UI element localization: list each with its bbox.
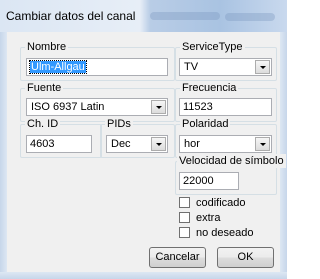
ch-id-input[interactable]: 4603 — [26, 135, 92, 153]
pids-value: Dec — [111, 138, 131, 150]
service-type-value: TV — [184, 61, 199, 73]
pids-select[interactable]: Dec — [106, 135, 168, 153]
no-deseado-label: no deseado — [196, 227, 254, 239]
chevron-down-icon[interactable] — [151, 137, 166, 151]
nombre-value: Ulm-Allgau — [29, 60, 87, 74]
fuente-label: Fuente — [25, 81, 64, 95]
chevron-down-icon[interactable] — [255, 60, 270, 74]
window-frame-right — [280, 32, 287, 272]
checkbox-box[interactable] — [179, 212, 190, 223]
title-bar[interactable]: Cambiar datos del canal — [0, 0, 287, 32]
codificado-label: codificado — [196, 197, 246, 209]
checkbox-box[interactable] — [179, 197, 190, 208]
window-frame-left — [0, 32, 7, 272]
velocidad-value: 22000 — [183, 175, 214, 187]
service-type-select[interactable]: TV — [179, 58, 272, 76]
ch-id-label: Ch. ID — [25, 117, 61, 131]
extra-checkbox[interactable]: extra — [179, 212, 269, 224]
cancel-button[interactable]: Cancelar — [149, 247, 206, 268]
velocidad-input[interactable]: 22000 — [179, 172, 239, 190]
velocidad-label: Velocidad de símbolo — [177, 154, 286, 168]
ok-button[interactable]: OK — [217, 247, 274, 268]
ch-id-value: 4603 — [30, 138, 55, 150]
pids-label: PIDs — [105, 117, 133, 131]
frecuencia-input[interactable]: 11523 — [179, 98, 272, 116]
dialog-window: Cambiar datos del canal Nombre Ulm-Allga… — [0, 0, 287, 279]
extra-label: extra — [196, 212, 221, 224]
polaridad-label: Polaridad — [180, 117, 231, 131]
blurred-title-area — [225, 13, 275, 21]
codificado-checkbox[interactable]: codificado — [179, 197, 269, 209]
window-frame-bottom — [0, 272, 287, 279]
window-title: Cambiar datos del canal — [6, 9, 136, 23]
chevron-down-icon[interactable] — [151, 100, 166, 114]
polaridad-value: hor — [184, 138, 200, 150]
fuente-select[interactable]: ISO 6937 Latin — [26, 98, 168, 116]
nombre-label: Nombre — [25, 40, 69, 54]
no-deseado-checkbox[interactable]: no deseado — [179, 227, 269, 239]
frecuencia-value: 11523 — [183, 101, 213, 113]
service-type-label: ServiceType — [180, 40, 245, 54]
blurred-title-area — [150, 12, 220, 20]
polaridad-select[interactable]: hor — [179, 135, 272, 153]
chevron-down-icon[interactable] — [255, 137, 270, 151]
dialog-client-area: Nombre Ulm-Allgau ServiceType TV Fuente … — [7, 32, 286, 272]
frecuencia-label: Frecuencia — [180, 81, 239, 95]
checkbox-box[interactable] — [179, 227, 190, 238]
nombre-input[interactable]: Ulm-Allgau — [26, 58, 168, 76]
fuente-value: ISO 6937 Latin — [31, 101, 105, 113]
